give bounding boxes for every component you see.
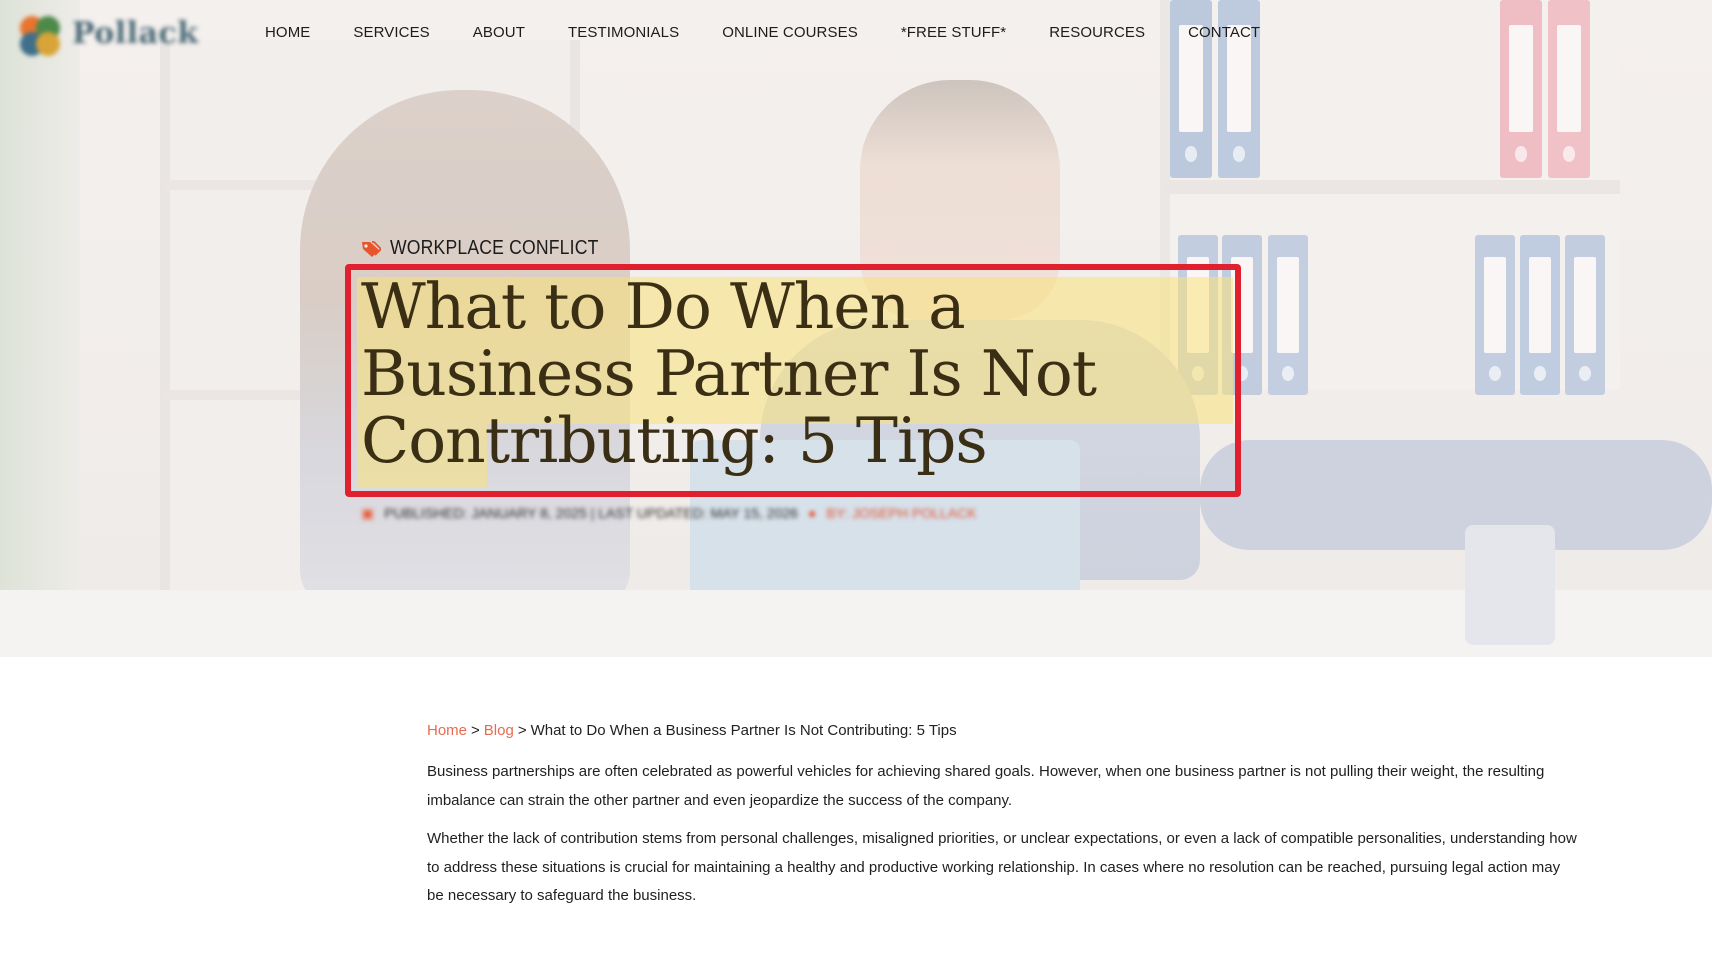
article-paragraph: Whether the lack of contribution stems f… — [427, 830, 1577, 904]
category-label: WORKPLACE CONFLICT — [390, 237, 599, 259]
post-dates: PUBLISHED: JANUARY 8, 2025 | LAST UPDATE… — [384, 505, 798, 521]
nav-home[interactable]: HOME — [265, 24, 310, 48]
breadcrumb-blog[interactable]: Blog — [484, 722, 514, 739]
breadcrumb: Home > Blog > What to Do When a Business Par… — [427, 722, 1577, 744]
nav-free-stuff[interactable]: *FREE STUFF* — [901, 24, 1006, 48]
post-category[interactable]: WORKPLACE CONFLICT — [361, 237, 627, 260]
site-logo[interactable]: Pollack — [10, 4, 230, 64]
breadcrumb-home[interactable]: Home — [427, 722, 467, 739]
logo-text: Pollack — [72, 16, 199, 51]
title-highlight-box — [345, 264, 1241, 497]
article-paragraph: Business partnerships are often celebrat… — [427, 763, 1545, 809]
hero-banner: Pollack HOME SERVICES ABOUT TESTIMONIALS… — [0, 0, 1712, 657]
article-content: Home > Blog > What to Do When a Business Par… — [427, 722, 1577, 911]
nav-resources[interactable]: RESOURCES — [1049, 24, 1145, 48]
nav-services[interactable]: SERVICES — [353, 24, 429, 48]
user-icon: ● — [807, 505, 817, 521]
nav-contact[interactable]: CONTACT — [1188, 24, 1260, 48]
nav-testimonials[interactable]: TESTIMONIALS — [568, 24, 679, 48]
post-meta: ▣ PUBLISHED: JANUARY 8, 2025 | LAST UPDA… — [361, 505, 977, 522]
nav-online-courses[interactable]: ONLINE COURSES — [722, 24, 858, 48]
logo-icon — [20, 16, 60, 56]
post-author[interactable]: BY: JOSEPH POLLACK — [826, 505, 976, 522]
breadcrumb-current: What to Do When a Business Partner Is No… — [530, 722, 957, 739]
main-navigation: HOME SERVICES ABOUT TESTIMONIALS ONLINE … — [265, 24, 1260, 48]
nav-about[interactable]: ABOUT — [473, 24, 525, 48]
breadcrumb-separator: > — [471, 722, 480, 739]
tag-icon — [362, 240, 381, 257]
breadcrumb-separator: > — [517, 722, 527, 739]
calendar-icon: ▣ — [361, 505, 375, 521]
